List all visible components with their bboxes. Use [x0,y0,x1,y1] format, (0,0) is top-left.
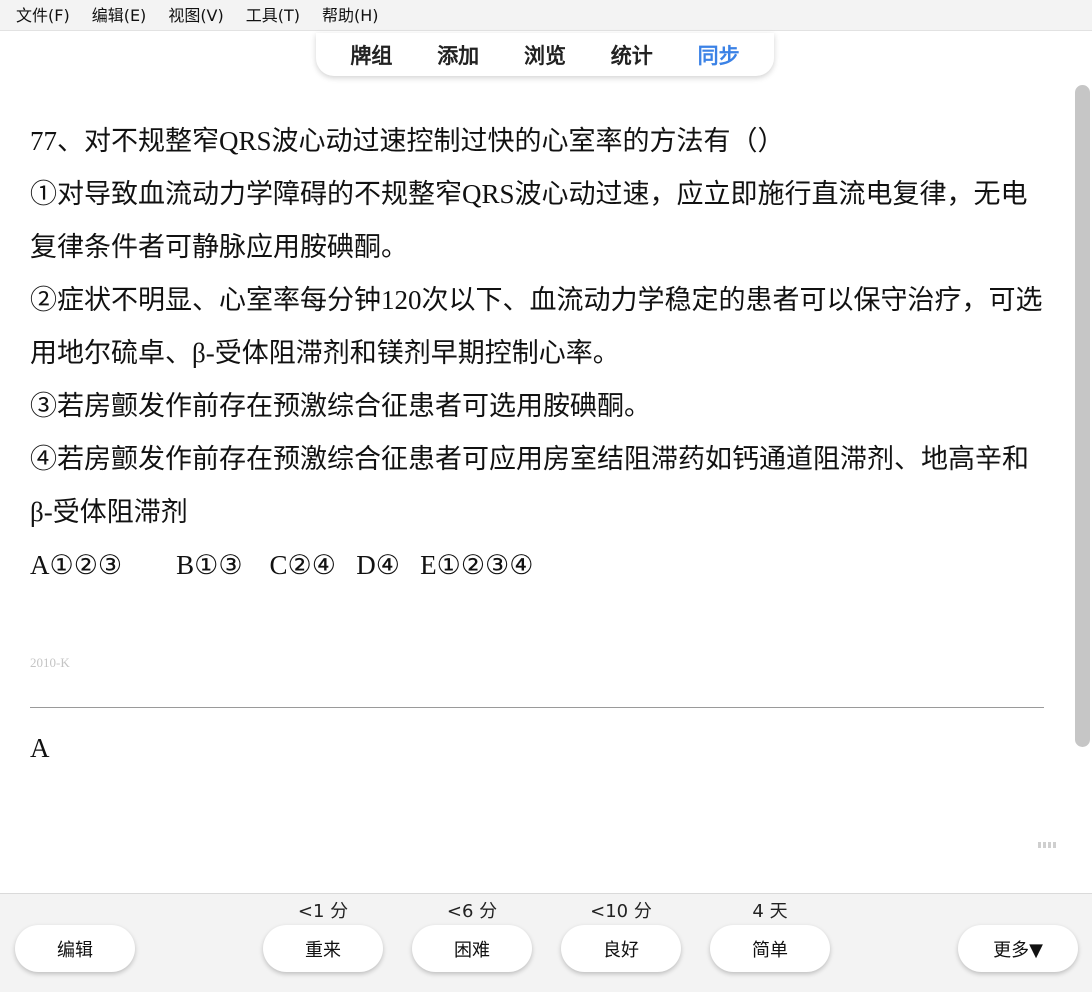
card-question: 77、对不规整窄QRS波心动过速控制过快的心室率的方法有（） ①对导致血流动力学… [30,115,1045,592]
hard-button[interactable]: 困难 [412,925,532,972]
menu-file[interactable]: 文件(F) [10,0,76,31]
easy-button[interactable]: 简单 [710,925,830,972]
source-tag: 2010-K [30,655,70,670]
menu-help[interactable]: 帮助(H) [316,0,385,31]
tab-sync[interactable]: 同步 [690,40,748,70]
question-item-4: ④若房颤发作前存在预激综合征患者可应用房室结阻滞药如钙通道阻滞剂、地高辛和β-受… [30,444,1029,527]
question-text: 77、对不规整窄QRS波心动过速控制过快的心室率的方法有（） [30,126,785,156]
hard-interval: <6 分 [446,901,498,922]
menu-view[interactable]: 视图(V) [162,0,229,31]
good-interval: <10 分 [590,901,652,922]
answer-options: A①②③ B①③ C②④ D④ E①②③④ [30,550,534,580]
scrollbar-thumb[interactable] [1075,85,1090,747]
edit-button[interactable]: 编辑 [15,925,135,972]
good-button[interactable]: 良好 [561,925,681,972]
tab-decks[interactable]: 牌组 [342,40,400,70]
question-item-2: ②症状不明显、心室率每分钟120次以下、血流动力学稳定的患者可以保守治疗，可选用… [30,285,1043,368]
again-button[interactable]: 重来 [263,925,383,972]
resize-grip-icon[interactable] [1038,842,1060,848]
menu-edit[interactable]: 编辑(E) [86,0,153,31]
easy-interval: 4 天 [752,901,788,922]
card-answer: A [30,733,50,763]
menu-tools[interactable]: 工具(T) [240,0,306,31]
vertical-scrollbar[interactable] [1074,85,1092,893]
more-button[interactable]: 更多▼ [958,925,1078,972]
answer-divider [30,707,1044,708]
tab-stats[interactable]: 统计 [603,40,661,70]
bottom-bar: 编辑 <1 分 重来 <6 分 困难 <10 分 良好 4 天 简单 更多▼ [0,893,1092,992]
top-tab-bar: 牌组 添加 浏览 统计 同步 [316,33,774,76]
menu-bar: 文件(F) 编辑(E) 视图(V) 工具(T) 帮助(H) [0,0,1092,31]
question-item-3: ③若房颤发作前存在预激综合征患者可选用胺碘酮。 [30,391,651,421]
again-interval: <1 分 [297,901,349,922]
tab-browse[interactable]: 浏览 [516,40,574,70]
tab-add[interactable]: 添加 [429,40,487,70]
question-item-1: ①对导致血流动力学障碍的不规整窄QRS波心动过速，应立即施行直流电复律，无电复律… [30,179,1028,262]
